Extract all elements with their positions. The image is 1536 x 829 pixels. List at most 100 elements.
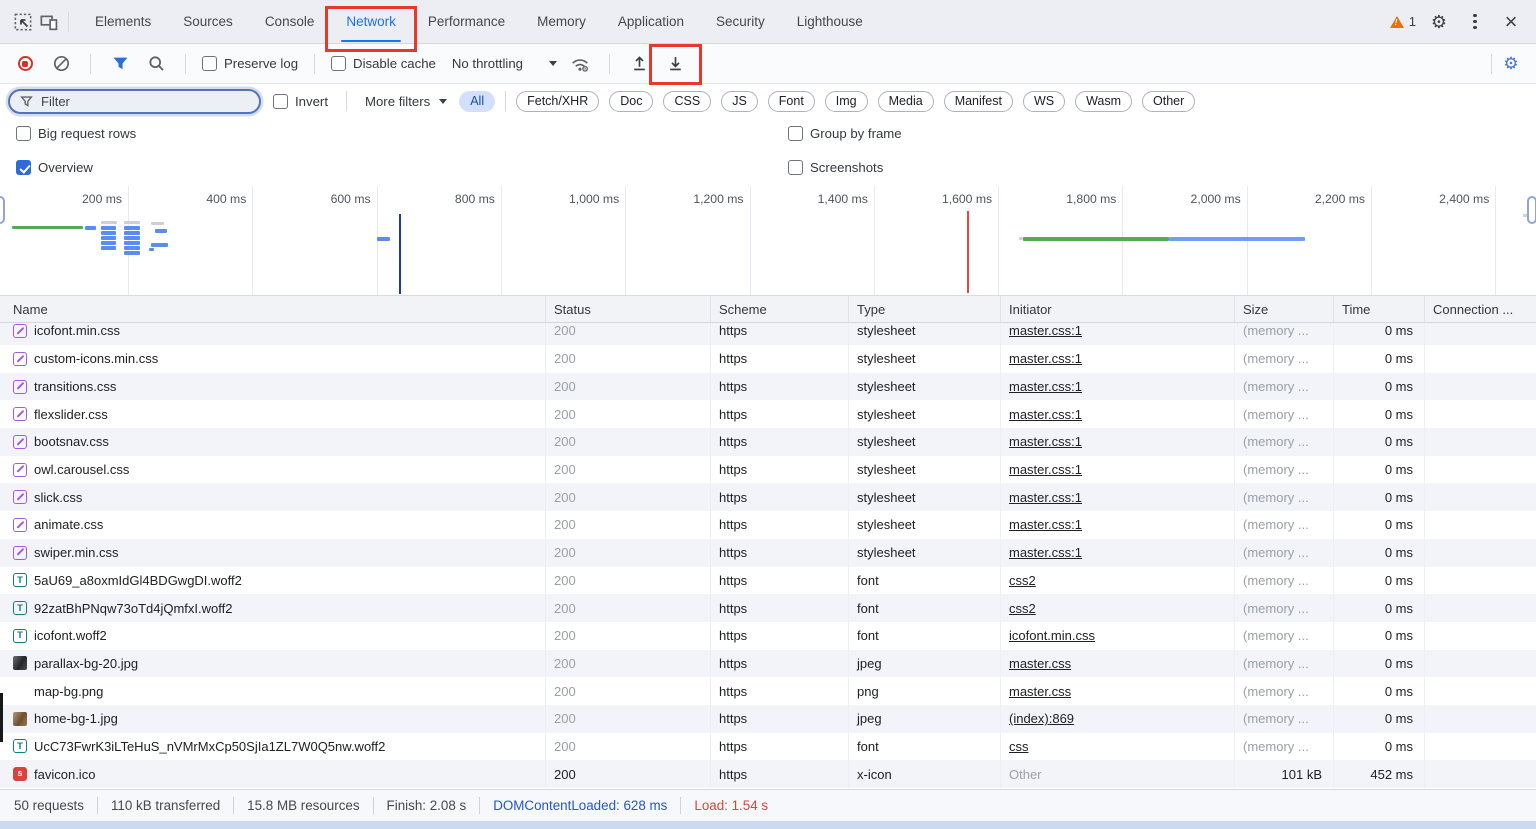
time-value: 0 ms (1385, 434, 1413, 449)
request-row[interactable]: slick.css200httpsstylesheetmaster.css:1(… (0, 483, 1536, 511)
request-row[interactable]: icofont.min.css200httpsstylesheetmaster.… (0, 323, 1536, 345)
initiator-link[interactable]: master.css:1 (1009, 407, 1082, 422)
export-har-download-icon[interactable] (662, 51, 688, 77)
request-row[interactable]: swiper.min.css200httpsstylesheetmaster.c… (0, 539, 1536, 567)
type-filter-js[interactable]: JS (721, 91, 758, 112)
request-row[interactable]: parallax-bg-20.jpg200httpsjpegmaster.css… (0, 650, 1536, 678)
group-by-frame-checkbox[interactable]: Group by frame (788, 126, 902, 141)
tab-elements[interactable]: Elements (79, 0, 167, 43)
column-header-name[interactable]: Name (0, 296, 545, 322)
error-warning-badge[interactable]: 1 (1390, 14, 1416, 29)
type-filter-ws[interactable]: WS (1023, 91, 1065, 112)
request-name: transitions.css (34, 379, 116, 394)
screenshots-checkbox[interactable]: Screenshots (788, 160, 883, 175)
network-conditions-icon[interactable] (567, 51, 593, 77)
column-header-status[interactable]: Status (545, 296, 710, 322)
type-filter-manifest[interactable]: Manifest (944, 91, 1013, 112)
tab-memory[interactable]: Memory (521, 0, 602, 43)
column-header-size[interactable]: Size (1234, 296, 1333, 322)
size-cell: (memory ... (1234, 456, 1333, 484)
column-header-time[interactable]: Time (1333, 296, 1424, 322)
initiator-link[interactable]: icofont.min.css (1009, 628, 1095, 643)
kebab-menu-icon[interactable] (1462, 9, 1488, 35)
filter-funnel-icon[interactable] (107, 51, 133, 77)
initiator-link[interactable]: master.css:1 (1009, 379, 1082, 394)
disable-cache-checkbox[interactable]: Disable cache (331, 56, 436, 71)
initiator-link[interactable]: master.css:1 (1009, 517, 1082, 532)
request-row[interactable]: home-bg-1.jpg200httpsjpeg(index):869(mem… (0, 705, 1536, 733)
column-header-initiator[interactable]: Initiator (1000, 296, 1234, 322)
type-filter-all[interactable]: All (459, 91, 495, 112)
initiator-link[interactable]: master.css:1 (1009, 490, 1082, 505)
initiator-link[interactable]: (index):869 (1009, 711, 1074, 726)
preserve-log-label: Preserve log (224, 56, 298, 71)
initiator-link[interactable]: css2 (1009, 601, 1036, 616)
initiator-link[interactable]: css2 (1009, 573, 1036, 588)
initiator-link[interactable]: master.css:1 (1009, 462, 1082, 477)
tab-performance[interactable]: Performance (412, 0, 521, 43)
request-row[interactable]: 5aU69_a8oxmIdGl4BDGwgDI.woff2200httpsfon… (0, 567, 1536, 595)
type-filter-img[interactable]: Img (825, 91, 868, 112)
record-network-log-button[interactable] (12, 51, 38, 77)
overview-left-handle[interactable] (0, 196, 5, 224)
status-value: 200 (554, 628, 576, 643)
type-filter-css[interactable]: CSS (663, 91, 711, 112)
request-row[interactable]: bootsnav.css200httpsstylesheetmaster.css… (0, 428, 1536, 456)
tab-sources[interactable]: Sources (167, 0, 249, 43)
network-settings-gear-icon[interactable]: ⚙ (1498, 51, 1524, 77)
clear-network-log-button[interactable] (48, 51, 74, 77)
size-value: (memory ... (1243, 711, 1309, 726)
overview-right-handle[interactable] (1527, 196, 1536, 224)
device-toolbar-icon[interactable] (36, 9, 62, 35)
initiator-link[interactable]: master.css:1 (1009, 545, 1082, 560)
column-header-scheme[interactable]: Scheme (710, 296, 848, 322)
request-row[interactable]: owl.carousel.css200httpsstylesheetmaster… (0, 456, 1536, 484)
tab-security[interactable]: Security (700, 0, 781, 43)
tab-console[interactable]: Console (249, 0, 331, 43)
settings-gear-icon[interactable]: ⚙ (1426, 9, 1452, 35)
type-filter-font[interactable]: Font (768, 91, 815, 112)
initiator-link[interactable]: master.css:1 (1009, 351, 1082, 366)
tab-network[interactable]: Network (330, 0, 412, 43)
request-row[interactable]: map-bg.png200httpspngmaster.css(memory .… (0, 677, 1536, 705)
request-row[interactable]: animate.css200httpsstylesheetmaster.css:… (0, 511, 1536, 539)
invert-checkbox[interactable]: Invert (273, 94, 328, 109)
request-row[interactable]: transitions.css200httpsstylesheetmaster.… (0, 373, 1536, 401)
preserve-log-checkbox[interactable]: Preserve log (202, 56, 298, 71)
name-cell: swiper.min.css (0, 539, 545, 567)
initiator-link[interactable]: master.css (1009, 656, 1071, 671)
inspect-element-icon[interactable] (10, 9, 36, 35)
type-filter-media[interactable]: Media (878, 91, 934, 112)
initiator-link[interactable]: master.css:1 (1009, 434, 1082, 449)
request-row[interactable]: UcC73FwrK3iLTeHuS_nVMrMxCp50SjIa1ZL7W0Q5… (0, 733, 1536, 761)
more-filters-button[interactable]: More filters (365, 94, 447, 109)
initiator-link[interactable]: master.css (1009, 684, 1071, 699)
import-har-icon[interactable] (626, 51, 652, 77)
request-row[interactable]: custom-icons.min.css200httpsstylesheetma… (0, 345, 1536, 373)
close-icon[interactable]: × (1498, 9, 1524, 35)
network-overview-timeline[interactable]: 200 ms400 ms600 ms800 ms1,000 ms1,200 ms… (0, 186, 1536, 296)
type-filter-other[interactable]: Other (1142, 91, 1195, 112)
filter-input[interactable]: Filter (8, 89, 261, 114)
request-row[interactable]: favicon.ico200httpsx-iconOther101 kB452 … (0, 760, 1536, 788)
throttling-select[interactable]: No throttling (452, 56, 557, 71)
request-row[interactable]: 92zatBhPNqw73oTd4jQmfxI.woff2200httpsfon… (0, 594, 1536, 622)
search-icon[interactable] (143, 51, 169, 77)
tab-lighthouse[interactable]: Lighthouse (781, 0, 879, 43)
tab-application[interactable]: Application (602, 0, 700, 43)
big-request-rows-checkbox[interactable]: Big request rows (16, 126, 136, 141)
type-filter-doc[interactable]: Doc (609, 91, 653, 112)
type-cell: stylesheet (848, 345, 1000, 373)
type-cell: x-icon (848, 760, 1000, 788)
request-row[interactable]: icofont.woff2200httpsfonticofont.min.css… (0, 622, 1536, 650)
column-header-type[interactable]: Type (848, 296, 1000, 322)
type-filter-fetch-xhr[interactable]: Fetch/XHR (516, 91, 599, 112)
column-header-connection[interactable]: Connection ... (1424, 296, 1536, 322)
requests-table-header: NameStatusSchemeTypeInitiatorSizeTimeCon… (0, 296, 1536, 323)
initiator-link[interactable]: master.css:1 (1009, 323, 1082, 338)
type-filter-wasm[interactable]: Wasm (1075, 91, 1132, 112)
initiator-link[interactable]: css (1009, 739, 1029, 754)
overview-checkbox[interactable]: Overview (16, 160, 93, 175)
request-row[interactable]: flexslider.css200httpsstylesheetmaster.c… (0, 400, 1536, 428)
name-cell: map-bg.png (0, 677, 545, 705)
